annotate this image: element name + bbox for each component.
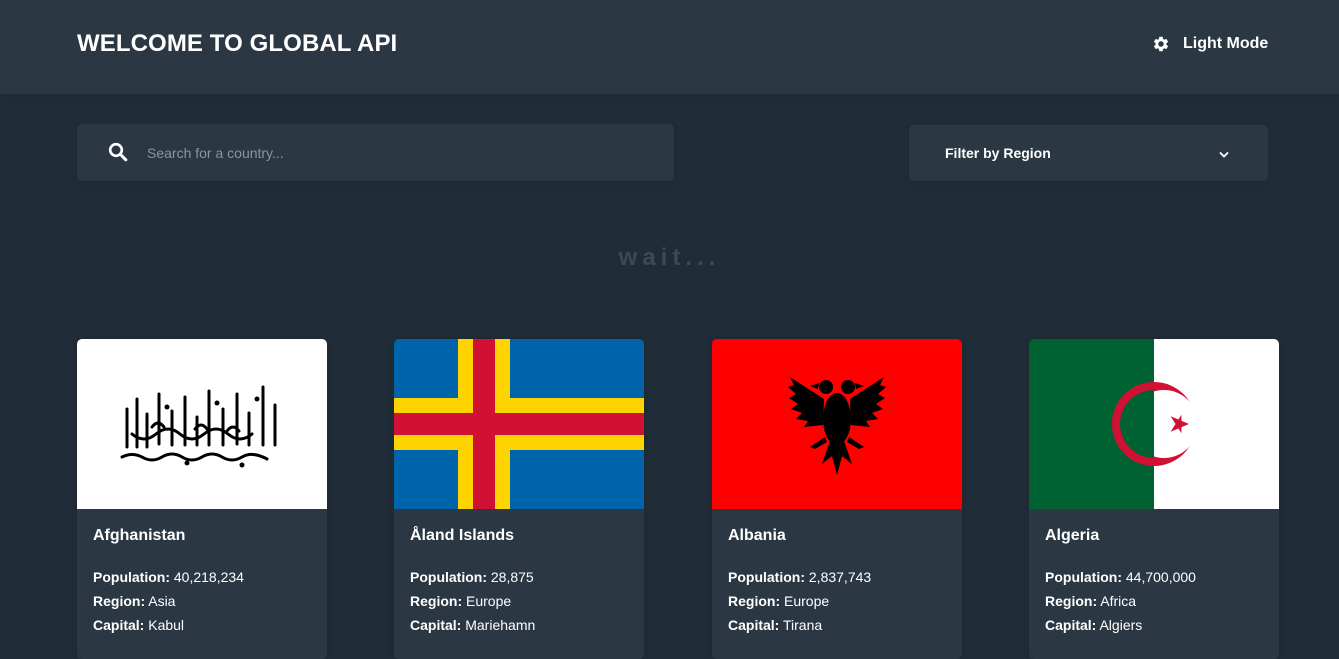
search-icon xyxy=(108,142,128,167)
capital-value: Algiers xyxy=(1099,617,1143,633)
capital-value: Mariehamn xyxy=(465,617,536,633)
population-value: 2,837,743 xyxy=(808,569,872,585)
region-value: Europe xyxy=(466,593,512,609)
capital-row: Capital: Mariehamn xyxy=(410,617,535,633)
region-row: Region: Asia xyxy=(93,593,175,609)
region-label: Region: xyxy=(1045,593,1098,609)
population-label: Population: xyxy=(728,569,805,585)
country-name: Afghanistan xyxy=(93,527,186,544)
loading-indicator: wait... xyxy=(618,244,721,271)
population-value: 28,875 xyxy=(490,569,534,585)
search-bar xyxy=(77,124,674,181)
country-name: Åland Islands xyxy=(410,527,515,544)
region-label: Region: xyxy=(410,593,463,609)
region-filter-label: Filter by Region xyxy=(945,145,1051,161)
region-label: Region: xyxy=(728,593,781,609)
gear-icon xyxy=(1152,35,1170,53)
population-label: Population: xyxy=(93,569,170,585)
albania-flag xyxy=(712,339,962,509)
capital-label: Capital: xyxy=(93,617,145,633)
capital-row: Capital: Algiers xyxy=(1045,617,1142,633)
region-value: Africa xyxy=(1100,593,1137,609)
population-row: Population: 28,875 xyxy=(410,569,534,585)
population-row: Population: 2,837,743 xyxy=(728,569,871,585)
capital-row: Capital: Kabul xyxy=(93,617,184,633)
capital-row: Capital: Tirana xyxy=(728,617,822,633)
capital-label: Capital: xyxy=(1045,617,1097,633)
region-row: Region: Europe xyxy=(410,593,511,609)
capital-value: Tirana xyxy=(782,617,823,633)
aland-islands-flag xyxy=(394,339,644,509)
country-card-afghanistan[interactable]: Afghanistan Population: 40,218,234 Regio… xyxy=(77,339,327,659)
country-card-albania[interactable]: Albania Population: 2,837,743 Region: Eu… xyxy=(712,339,962,659)
capital-label: Capital: xyxy=(410,617,462,633)
region-value: Asia xyxy=(148,593,176,609)
region-value: Europe xyxy=(784,593,830,609)
region-label: Region: xyxy=(93,593,146,609)
country-name: Albania xyxy=(728,527,786,544)
theme-toggle-label: Light Mode xyxy=(1183,35,1269,52)
region-row: Region: Europe xyxy=(728,593,829,609)
country-card-algeria[interactable]: Algeria Population: 44,700,000 Region: A… xyxy=(1029,339,1279,659)
country-card-aland-islands[interactable]: Åland Islands Population: 28,875 Region:… xyxy=(394,339,644,659)
country-name: Algeria xyxy=(1045,527,1100,544)
region-filter-dropdown[interactable]: Filter by Region xyxy=(909,125,1268,181)
theme-toggle-button[interactable]: Light Mode xyxy=(1152,33,1268,55)
capital-value: Kabul xyxy=(148,617,185,633)
app-header: WELCOME TO GLOBAL API Light Mode xyxy=(0,0,1339,94)
chevron-down-icon xyxy=(1219,147,1229,165)
afghanistan-flag xyxy=(77,339,327,509)
population-label: Population: xyxy=(1045,569,1122,585)
population-row: Population: 40,218,234 xyxy=(93,569,244,585)
population-label: Population: xyxy=(410,569,487,585)
population-value: 40,218,234 xyxy=(173,569,244,585)
population-row: Population: 44,700,000 xyxy=(1045,569,1196,585)
algeria-flag xyxy=(1029,339,1279,509)
population-value: 44,700,000 xyxy=(1125,569,1196,585)
search-input[interactable] xyxy=(147,124,647,181)
capital-label: Capital: xyxy=(728,617,780,633)
app-title: WELCOME TO GLOBAL API xyxy=(77,30,398,57)
region-row: Region: Africa xyxy=(1045,593,1136,609)
